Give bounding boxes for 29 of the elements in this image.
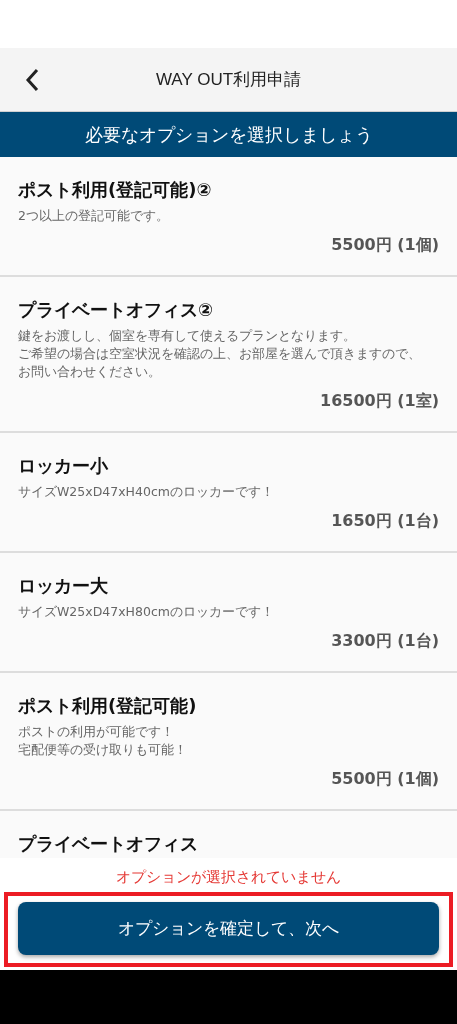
option-title: ポスト利用(登記可能) [18,694,198,718]
option-title: ポスト利用(登記可能)② [18,178,213,202]
option-price: 5500円 (1個) [331,768,439,790]
option-description: サイズW25xD47xH80cmのロッカーです！ [18,603,274,621]
option-description: 鍵をお渡しし、個室を専有して使えるプランとなります。 [18,327,356,345]
page-title: WAY OUT利用申請 [155,69,302,91]
option-description: ご希望の場合は空室状況を確認の上、お部屋を選んで頂きますので、 [18,345,421,363]
option-description: 宅配便等の受け取りも可能！ [18,741,187,759]
option-description: 2つ以上の登記可能です。 [18,207,169,225]
option-description: サイズW25xD47xH40cmのロッカーです！ [18,483,274,501]
back-chevron-icon [25,68,39,92]
error-message: オプションが選択されていません [116,867,341,888]
option-item[interactable]: ポスト利用(登記可能) ポストの利用が可能です！ 宅配便等の受け取りも可能！ 5500円 (1個) [0,673,457,811]
option-title: ロッカー大 [18,574,109,598]
option-item[interactable]: ロッカー小 サイズW25xD47xH40cmのロッカーです！ 1650円 (1台) [0,433,457,553]
option-price: 16500円 (1室) [320,390,439,412]
option-title: プライベートオフィス② [18,298,215,322]
option-description: ポストの利用が可能です！ [18,723,174,741]
option-description: お問い合わせください。 [18,363,161,381]
option-title: プライベートオフィス [18,832,199,856]
instruction-banner: 必要なオプションを選択しましょう [0,112,457,157]
option-price: 1650円 (1台) [331,510,439,532]
option-item[interactable]: プライベートオフィス② 鍵をお渡しし、個室を専有して使えるプランとなります。 ご希望の場合は空室状況を確認の上、お部屋を選んで頂きますので、 お問い合わせください。 16500円 (1室) [0,277,457,433]
option-title: ロッカー小 [18,454,109,478]
option-price: 5500円 (1個) [331,234,439,256]
option-item[interactable]: ポスト利用(登記可能)② 2つ以上の登記可能です。 5500円 (1個) [0,157,457,277]
option-price: 3300円 (1台) [331,630,439,652]
option-item[interactable]: ロッカー大 サイズW25xD47xH80cmのロッカーです！ 3300円 (1台) [0,553,457,673]
confirm-next-button[interactable]: オプションを確定して、次へ [18,902,439,955]
